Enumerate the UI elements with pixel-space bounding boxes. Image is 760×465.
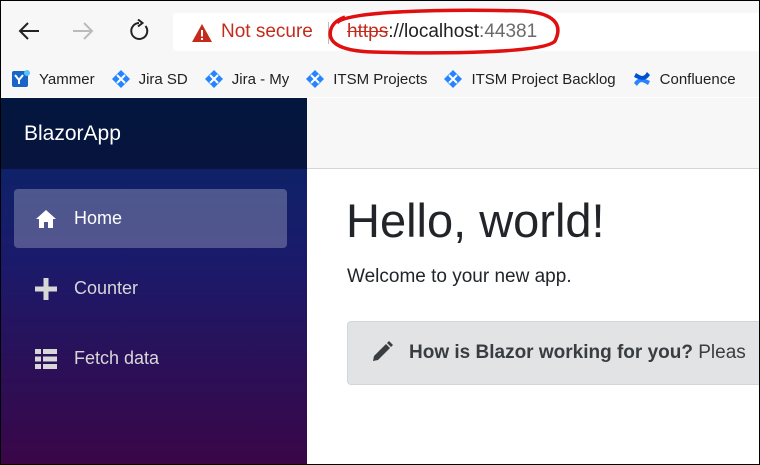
app-brand[interactable]: BlazorApp (24, 122, 121, 146)
jira-icon (443, 69, 463, 89)
survey-question: How is Blazor working for you? Pleas (409, 342, 746, 364)
nav-item-home[interactable]: Home (14, 189, 287, 248)
page-title: Hello, world! (346, 194, 605, 247)
bookmark-yammer[interactable]: Yammer (11, 69, 95, 89)
not-secure-label[interactable]: Not secure (221, 21, 313, 43)
survey-link[interactable]: Pleas (698, 342, 746, 363)
forward-arrow-icon (73, 22, 94, 40)
pencil-icon (373, 341, 393, 361)
home-icon (34, 207, 58, 231)
bookmark-itsm-projects[interactable]: ITSM Projects (305, 69, 427, 89)
nav-item-fetch-data[interactable]: Fetch data (14, 329, 287, 388)
nav-item-label: Counter (74, 278, 139, 298)
survey-prompt: How is Blazor working for you? Pleas (347, 321, 759, 385)
back-button[interactable] (15, 15, 43, 47)
bookmarks-bar: Yammer Jira SD Jira - My ITSM Projects I… (1, 61, 759, 97)
bookmark-label: ITSM Project Backlog (471, 70, 616, 88)
warning-icon (192, 24, 212, 42)
jira-icon (305, 69, 325, 89)
url-separator: :// (388, 21, 405, 42)
plus-icon (34, 277, 58, 301)
nav-item-counter[interactable]: Counter (14, 259, 287, 318)
confluence-icon (632, 69, 652, 89)
refresh-button[interactable] (125, 15, 153, 47)
bookmark-jira-sd[interactable]: Jira SD (111, 69, 188, 89)
address-divider (328, 22, 329, 44)
jira-icon (204, 69, 224, 89)
browser-toolbar: Not secure https://localhost:44381 (1, 1, 759, 61)
refresh-icon (130, 19, 149, 40)
url-text[interactable]: https://localhost:44381 (347, 21, 537, 43)
bookmark-jira-my[interactable]: Jira - My (204, 69, 290, 89)
nav-item-label: Home (74, 208, 123, 228)
top-row (307, 98, 759, 169)
yammer-icon (11, 69, 31, 89)
sidebar: BlazorApp Home Counter Fetch data (1, 98, 307, 464)
url-scheme: https (347, 21, 389, 42)
brand-bar: BlazorApp (1, 98, 307, 169)
bookmark-label: Yammer (39, 70, 95, 88)
bookmark-label: Confluence (659, 70, 736, 88)
bookmark-label: Jira - My (231, 70, 290, 88)
list-icon (34, 347, 58, 371)
welcome-text: Welcome to your new app. (347, 266, 572, 287)
jira-icon (111, 69, 131, 89)
forward-button[interactable] (69, 15, 97, 47)
back-arrow-icon (18, 22, 39, 40)
bookmark-itsm-project-backlog[interactable]: ITSM Project Backlog (443, 69, 616, 89)
address-bar[interactable]: Not secure https://localhost:44381 (173, 8, 759, 55)
screenshot-frame: Not secure https://localhost:44381 Yamme… (0, 0, 760, 465)
url-port: :44381 (479, 21, 538, 42)
nav-item-label: Fetch data (74, 348, 160, 368)
bookmark-confluence[interactable]: Confluence (632, 69, 736, 89)
bookmark-label: Jira SD (138, 70, 188, 88)
survey-question-bold: How is Blazor working for you? (409, 342, 693, 363)
url-host: localhost (404, 21, 480, 42)
bookmark-label: ITSM Projects (333, 70, 428, 88)
